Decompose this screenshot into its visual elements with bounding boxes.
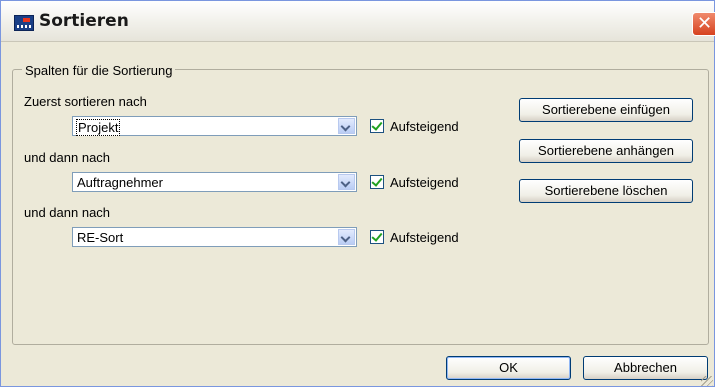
sort-level-1-ascending-checkbox[interactable] xyxy=(370,119,384,133)
chevron-down-icon[interactable] xyxy=(338,229,355,245)
sort-level-3-label: und dann nach xyxy=(24,205,111,220)
title-bar[interactable]: Sortieren ✕ xyxy=(1,1,715,42)
sort-level-2-label: und dann nach xyxy=(24,150,111,165)
sort-level-1-select[interactable]: Projekt xyxy=(72,116,357,136)
sort-level-3-value: RE-Sort xyxy=(77,230,124,245)
app-icon xyxy=(14,15,34,31)
ok-button[interactable]: OK xyxy=(446,356,571,380)
close-button[interactable]: ✕ xyxy=(692,12,715,36)
append-sort-level-button[interactable]: Sortierebene anhängen xyxy=(519,139,693,163)
sort-level-1-ascending-label[interactable]: Aufsteigend xyxy=(390,119,459,134)
dialog-title: Sortieren xyxy=(39,11,129,31)
cancel-button[interactable]: Abbrechen xyxy=(583,356,708,380)
resize-grip[interactable] xyxy=(701,376,713,386)
sort-level-2-ascending-label[interactable]: Aufsteigend xyxy=(390,175,459,190)
sort-level-2-value: Auftragnehmer xyxy=(77,175,163,190)
insert-sort-level-button[interactable]: Sortierebene einfügen xyxy=(519,98,693,122)
sort-level-2-select[interactable]: Auftragnehmer xyxy=(72,172,357,192)
sort-level-3-ascending-checkbox[interactable] xyxy=(370,230,384,244)
sort-level-1-value: Projekt xyxy=(76,119,121,136)
chevron-down-icon[interactable] xyxy=(338,118,355,134)
chevron-down-icon[interactable] xyxy=(338,174,355,190)
sort-level-1-label: Zuerst sortieren nach xyxy=(24,94,147,109)
group-legend: Spalten für die Sortierung xyxy=(22,63,176,78)
sort-level-2-ascending-checkbox[interactable] xyxy=(370,175,384,189)
sort-level-3-ascending-label[interactable]: Aufsteigend xyxy=(390,230,459,245)
delete-sort-level-button[interactable]: Sortierebene löschen xyxy=(519,179,693,203)
sort-level-3-select[interactable]: RE-Sort xyxy=(72,227,357,247)
sort-dialog: Sortieren ✕ Spalten für die Sortierung Z… xyxy=(0,0,715,387)
